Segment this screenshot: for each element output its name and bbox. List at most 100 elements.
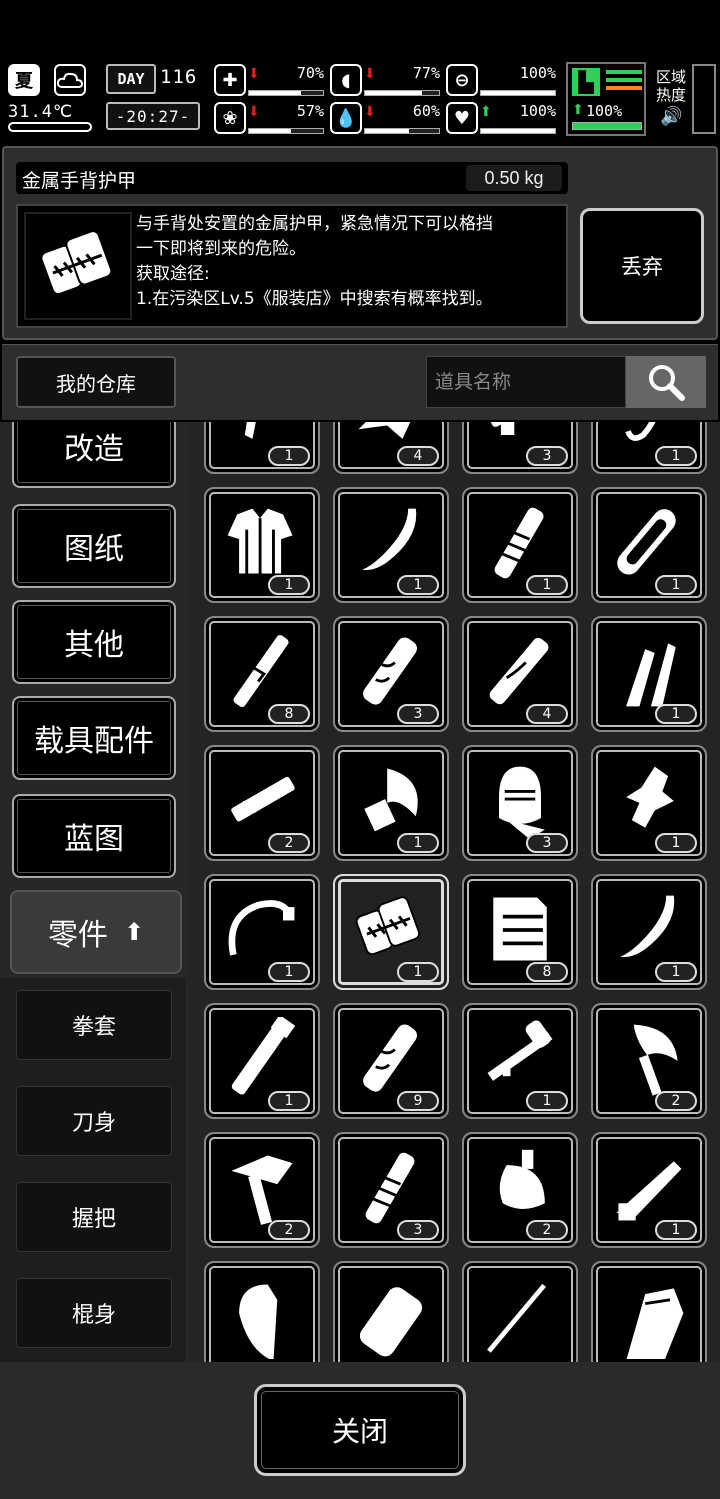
subcategory-blade[interactable]: 刀身: [16, 1086, 172, 1156]
category-parts-label: 零件: [47, 918, 108, 953]
inventory-slot[interactable]: 1: [591, 745, 707, 861]
category-parts[interactable]: 零件 ⬆: [10, 890, 182, 974]
box-part-icon: [626, 1288, 684, 1359]
heat-gauge: [692, 64, 716, 134]
inventory-slot[interactable]: 8: [204, 616, 320, 732]
search-input[interactable]: [426, 356, 626, 408]
item-count-badge: 1: [655, 704, 697, 724]
zone-heat-label: 区域热度: [656, 68, 687, 104]
inventory-slot[interactable]: 1: [591, 487, 707, 603]
day-label: DAY: [117, 70, 145, 88]
inventory-slot[interactable]: 1: [333, 745, 449, 861]
chainsaw-blade-icon: [617, 509, 676, 575]
arrow-up-icon: ⬆: [123, 918, 145, 946]
temperature-readout: 31.4℃: [8, 102, 74, 122]
item-count-badge: 3: [526, 446, 568, 466]
subcategory-shaft[interactable]: 棍身: [16, 1278, 172, 1348]
helmet-icon: ⊖: [446, 64, 478, 96]
inventory-slot[interactable]: 2: [204, 745, 320, 861]
subcategory-grip[interactable]: 握把: [16, 1182, 172, 1252]
search-icon: [649, 365, 685, 401]
knife-blade-icon: [616, 1161, 682, 1221]
cleaver-axe-icon: [499, 1149, 545, 1209]
hunger-meter: ⬇ 77%: [364, 64, 440, 96]
item-count-badge: 9: [397, 1091, 439, 1111]
inventory-slot[interactable]: 1: [204, 874, 320, 990]
rocket-launcher-icon: [487, 1020, 553, 1081]
bow-frame-icon: [228, 900, 295, 956]
description-line: 与手背处安置的金属护甲，紧急情况下可以格挡: [136, 214, 493, 234]
search-button[interactable]: [626, 356, 706, 408]
armor-meter: 100%: [480, 64, 556, 96]
close-button[interactable]: 关闭: [254, 1384, 466, 1476]
inventory-slot[interactable]: [462, 1261, 578, 1362]
sanity-meter: ⬇ 57%: [248, 102, 324, 134]
axe-blade-icon: [239, 1284, 278, 1359]
category-vehicle-parts[interactable]: 载具配件: [12, 696, 176, 780]
inventory-slot[interactable]: 1: [591, 1132, 707, 1248]
heart-icon: ♥: [446, 102, 478, 134]
heart-meter: ⬆ 100%: [480, 102, 556, 134]
thirst-meter: ⬇ 60%: [364, 102, 440, 134]
stomach-icon: ◖: [330, 64, 362, 96]
long-handle-icon: [233, 635, 289, 708]
category-other[interactable]: 其他: [12, 600, 176, 684]
carved-handle-icon: [363, 1024, 418, 1092]
water-drop-icon: 💧: [330, 102, 362, 134]
inventory-slot[interactable]: 1: [591, 422, 707, 474]
inventory-slot[interactable]: 1: [333, 487, 449, 603]
metal-hand-guard-icon: [355, 896, 421, 956]
item-count-badge: 1: [655, 833, 697, 853]
description-line: 一下即将到来的危险。: [136, 239, 306, 259]
inventory-slot[interactable]: 1: [591, 874, 707, 990]
inventory-slot[interactable]: 3: [333, 1132, 449, 1248]
inventory-slot[interactable]: [591, 1261, 707, 1362]
item-name: 金属手背护甲: [22, 170, 137, 192]
discard-button[interactable]: 丢弃: [580, 208, 704, 324]
category-drawings[interactable]: 图纸: [12, 504, 176, 588]
my-warehouse-tab[interactable]: 我的仓库: [16, 356, 176, 408]
inventory-slot[interactable]: 9: [333, 1003, 449, 1119]
curved-blade-icon: [362, 508, 417, 571]
curved-blade-icon: [620, 895, 675, 958]
inventory-slot[interactable]: 2: [204, 1132, 320, 1248]
category-mod[interactable]: 改造: [12, 422, 176, 488]
inventory-slot[interactable]: 4: [462, 616, 578, 732]
season-icon: 夏: [8, 64, 40, 96]
inventory-slot[interactable]: 1: [204, 1003, 320, 1119]
inventory-slot[interactable]: 3: [462, 422, 578, 474]
item-count-badge: 1: [526, 1091, 568, 1111]
inventory-slot[interactable]: 2: [462, 1132, 578, 1248]
inventory-slot[interactable]: 3: [333, 616, 449, 732]
inventory-slot[interactable]: 1: [462, 487, 578, 603]
inventory-slot[interactable]: 8: [462, 874, 578, 990]
inventory-slot[interactable]: 2: [591, 1003, 707, 1119]
subcategory-knuckles[interactable]: 拳套: [16, 990, 172, 1060]
inventory-slot[interactable]: 1: [591, 616, 707, 732]
battle-axe-icon: [633, 1024, 678, 1096]
gun-barrel-icon: [231, 776, 295, 822]
inventory-slot[interactable]: 3: [462, 745, 578, 861]
inventory-slot[interactable]: [333, 1261, 449, 1362]
item-count-badge: 3: [526, 833, 568, 853]
category-blueprints[interactable]: 蓝图: [12, 794, 176, 878]
inventory-slot[interactable]: 4: [333, 422, 449, 474]
flashlight-handle-icon: [231, 1017, 296, 1095]
inventory-slot[interactable]: 1: [204, 422, 320, 474]
speaker-icon[interactable]: 🔊: [660, 106, 682, 127]
inventory-slot-selected[interactable]: 1: [333, 874, 449, 990]
medkit-icon: ✚: [214, 64, 246, 96]
item-grid: 1 4 3 1 1 1 1 1 8 3 4 1 2 1 3 1 1 1 8 1 1 9 1 2 2 3 2 1: [188, 422, 720, 1362]
item-info-panel: 金属手背护甲 0.50 kg 与手背处安置的金属护甲，紧急情况下可以格挡 一下即…: [2, 146, 718, 340]
inventory-slot[interactable]: [204, 1261, 320, 1362]
item-count-badge: 1: [655, 962, 697, 982]
inventory-slot[interactable]: 1: [462, 1003, 578, 1119]
brain-icon: ❀: [214, 102, 246, 134]
item-count-badge: 1: [397, 575, 439, 595]
description-line: 1.在污染区Lv.5《服装店》中搜索有概率找到。: [136, 289, 493, 309]
rod-icon: [487, 1283, 546, 1353]
inventory-slot[interactable]: 1: [204, 487, 320, 603]
ornate-handle-icon: [489, 637, 549, 705]
item-count-badge: 4: [526, 704, 568, 724]
wrapped-handle-icon: [365, 1152, 415, 1224]
